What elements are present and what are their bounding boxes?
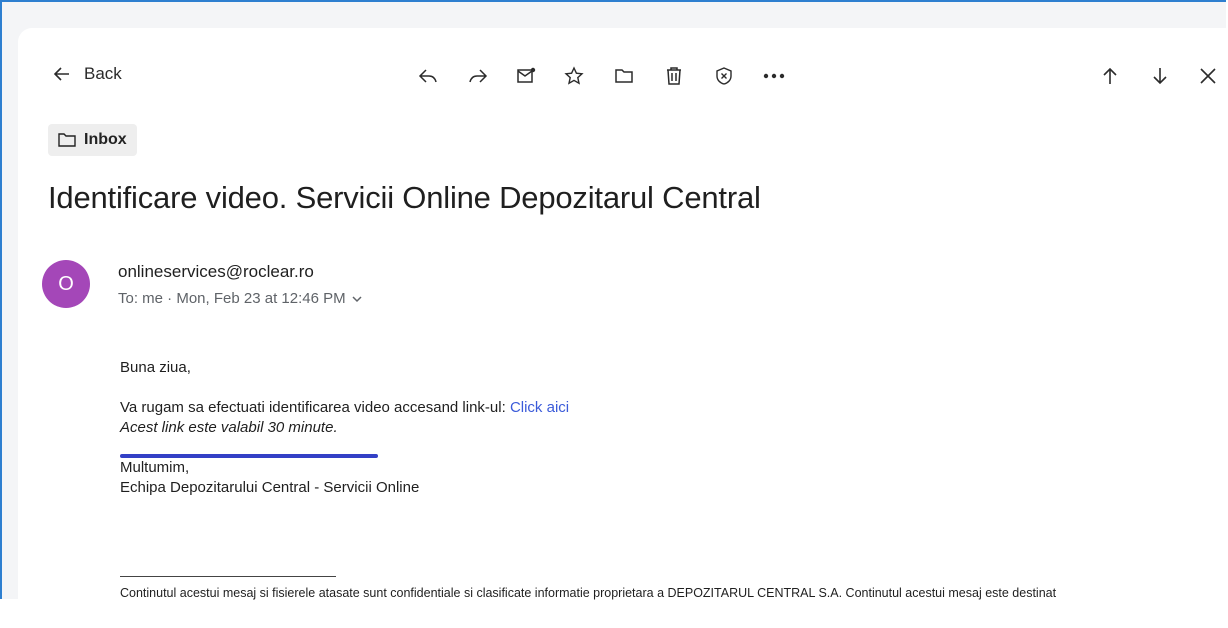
- arrow-left-icon: [52, 64, 72, 84]
- more-icon[interactable]: [760, 62, 788, 90]
- folder-label: Inbox: [84, 131, 127, 148]
- forward-icon[interactable]: [464, 62, 492, 90]
- folder-tag[interactable]: Inbox: [48, 124, 137, 156]
- arrow-up-icon[interactable]: [1096, 62, 1124, 90]
- folder-icon[interactable]: [610, 62, 638, 90]
- sender-address[interactable]: onlineservices@roclear.ro: [118, 262, 314, 282]
- window-frame: Back Inbox Identificare video. Servicii …: [0, 0, 1228, 628]
- annotation-underline: [120, 454, 378, 458]
- delete-icon[interactable]: [660, 62, 688, 90]
- recipient-details[interactable]: To: me · Mon, Feb 23 at 12:46 PM: [118, 290, 364, 307]
- validity-note: Acest link este valabil 30 minute.: [120, 419, 338, 436]
- disclaimer-text: Continutul acestui mesaj si fisierele at…: [120, 586, 1057, 600]
- folder-icon: [58, 132, 76, 148]
- signature-divider: [120, 576, 336, 577]
- reply-icon[interactable]: [414, 62, 442, 90]
- thanks-text: Multumim,: [120, 459, 190, 476]
- message-card: Back Inbox Identificare video. Servicii …: [18, 28, 1228, 628]
- back-button[interactable]: Back: [52, 64, 122, 84]
- verification-link[interactable]: Click aici: [510, 399, 569, 416]
- star-icon[interactable]: [560, 62, 588, 90]
- toolbar: Back: [18, 28, 1228, 128]
- arrow-down-icon[interactable]: [1146, 62, 1174, 90]
- back-label: Back: [84, 64, 122, 83]
- avatar[interactable]: O: [42, 260, 90, 308]
- message-subject: Identificare video. Servicii Online Depo…: [48, 180, 761, 215]
- close-icon[interactable]: [1194, 62, 1222, 90]
- instruction-text: Va rugam sa efectuati identificarea vide…: [120, 399, 510, 416]
- message-body: Buna ziua, Va rugam sa efectuati identif…: [120, 358, 569, 498]
- chevron-down-icon: [350, 292, 364, 306]
- meta-text: To: me · Mon, Feb 23 at 12:46 PM: [118, 290, 346, 307]
- block-icon[interactable]: [710, 62, 738, 90]
- team-signature: Echipa Depozitarului Central - Servicii …: [120, 479, 420, 496]
- avatar-letter: O: [58, 272, 74, 295]
- mark-unread-icon[interactable]: [512, 62, 540, 90]
- greeting: Buna ziua,: [120, 359, 191, 376]
- body-line: Va rugam sa efectuati identificarea vide…: [120, 398, 569, 418]
